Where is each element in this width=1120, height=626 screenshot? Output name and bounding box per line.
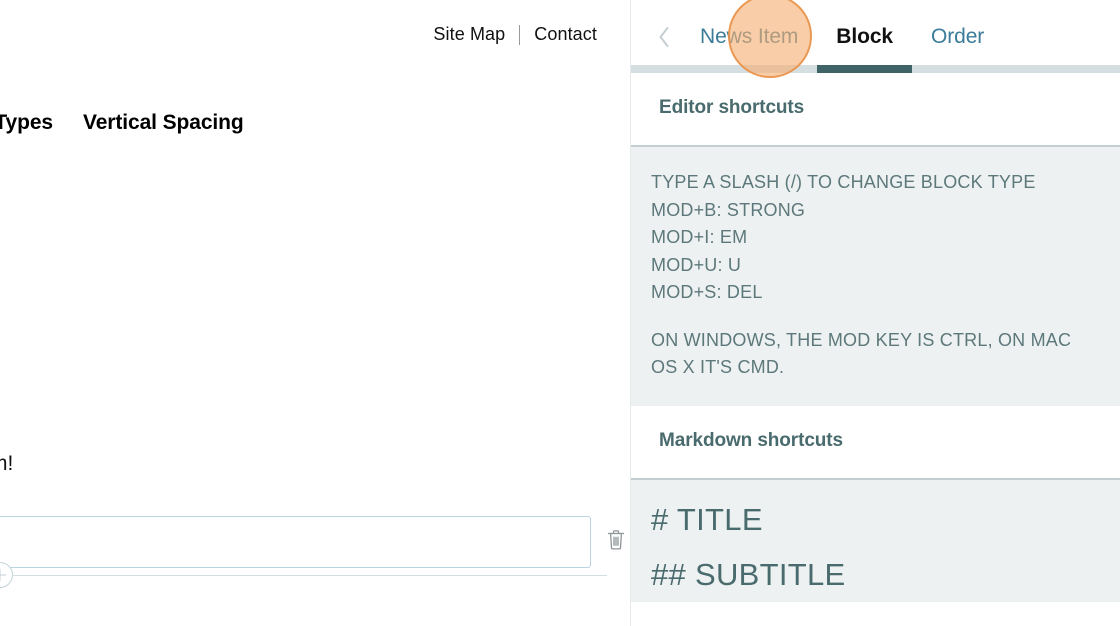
list-item: # TITLE bbox=[651, 501, 763, 537]
list-item: MOD+I: EM bbox=[651, 227, 748, 247]
tab-news-item[interactable]: News Item bbox=[681, 25, 817, 49]
editor-canvas: Site Map Contact Content Types Vertical … bbox=[0, 0, 630, 626]
markdown-shortcuts-header: Markdown shortcuts bbox=[631, 405, 1120, 480]
app-root: Site Map Contact Content Types Vertical … bbox=[0, 0, 1120, 626]
block-editor-row bbox=[0, 516, 630, 568]
utility-link-contact[interactable]: Contact bbox=[534, 24, 597, 45]
utility-nav: Site Map Contact bbox=[433, 24, 597, 45]
markdown-shortcuts-body: # TITLE ## SUBTITLE bbox=[631, 479, 1120, 602]
editor-shortcuts-list: TYPE A SLASH (/) TO CHANGE BLOCK TYPE MO… bbox=[651, 169, 1094, 307]
main-nav: Content Types Vertical Spacing bbox=[0, 111, 244, 135]
tab-order[interactable]: Order bbox=[912, 25, 1003, 49]
insert-block-rule bbox=[13, 574, 607, 576]
nav-item-content-types[interactable]: Content Types bbox=[0, 111, 53, 135]
nav-item-vertical-spacing[interactable]: Vertical Spacing bbox=[83, 111, 244, 135]
list-item: MOD+B: STRONG bbox=[651, 199, 806, 220]
plus-circle-icon[interactable] bbox=[0, 562, 13, 588]
tab-block[interactable]: Block bbox=[817, 25, 912, 49]
list-item: MOD+U: U bbox=[651, 254, 742, 275]
editor-shortcuts-title: Editor shortcuts bbox=[659, 97, 805, 118]
editor-shortcuts-note: ON WINDOWS, THE MOD KEY IS CTRL, ON MAC … bbox=[651, 329, 1072, 378]
trash-icon[interactable] bbox=[605, 528, 627, 552]
block-text-input[interactable] bbox=[0, 516, 591, 568]
section-markdown-shortcuts: Markdown shortcuts # TITLE ## SUBTITLE bbox=[631, 405, 1120, 602]
sidebar-tabs: News Item Block Order bbox=[681, 25, 1003, 49]
utility-link-site-map[interactable]: Site Map bbox=[433, 24, 505, 45]
sidebar-tabbar: News Item Block Order bbox=[631, 0, 1120, 73]
list-item: MOD+S: DEL bbox=[651, 282, 763, 302]
editor-shortcuts-header: Editor shortcuts bbox=[631, 73, 1120, 147]
list-item: ## SUBTITLE bbox=[651, 556, 846, 592]
markdown-shortcuts-title: Markdown shortcuts bbox=[659, 429, 843, 451]
block-settings-sidebar: News Item Block Order Editor shortcuts T… bbox=[630, 0, 1120, 626]
chevron-left-icon[interactable] bbox=[647, 20, 681, 54]
utility-nav-separator bbox=[519, 24, 521, 45]
markdown-shortcuts-list: # TITLE ## SUBTITLE bbox=[651, 492, 1094, 602]
editor-shortcuts-body: TYPE A SLASH (/) TO CHANGE BLOCK TYPE MO… bbox=[631, 147, 1120, 406]
page-body-text: f Brazil and an architectural gem! bbox=[0, 452, 14, 475]
insert-block-affordance bbox=[0, 562, 607, 588]
section-editor-shortcuts: Editor shortcuts TYPE A SLASH (/) TO CHA… bbox=[631, 73, 1120, 406]
list-item: TYPE A SLASH (/) TO CHANGE BLOCK TYPE bbox=[651, 172, 1036, 192]
tab-active-indicator bbox=[817, 65, 912, 73]
